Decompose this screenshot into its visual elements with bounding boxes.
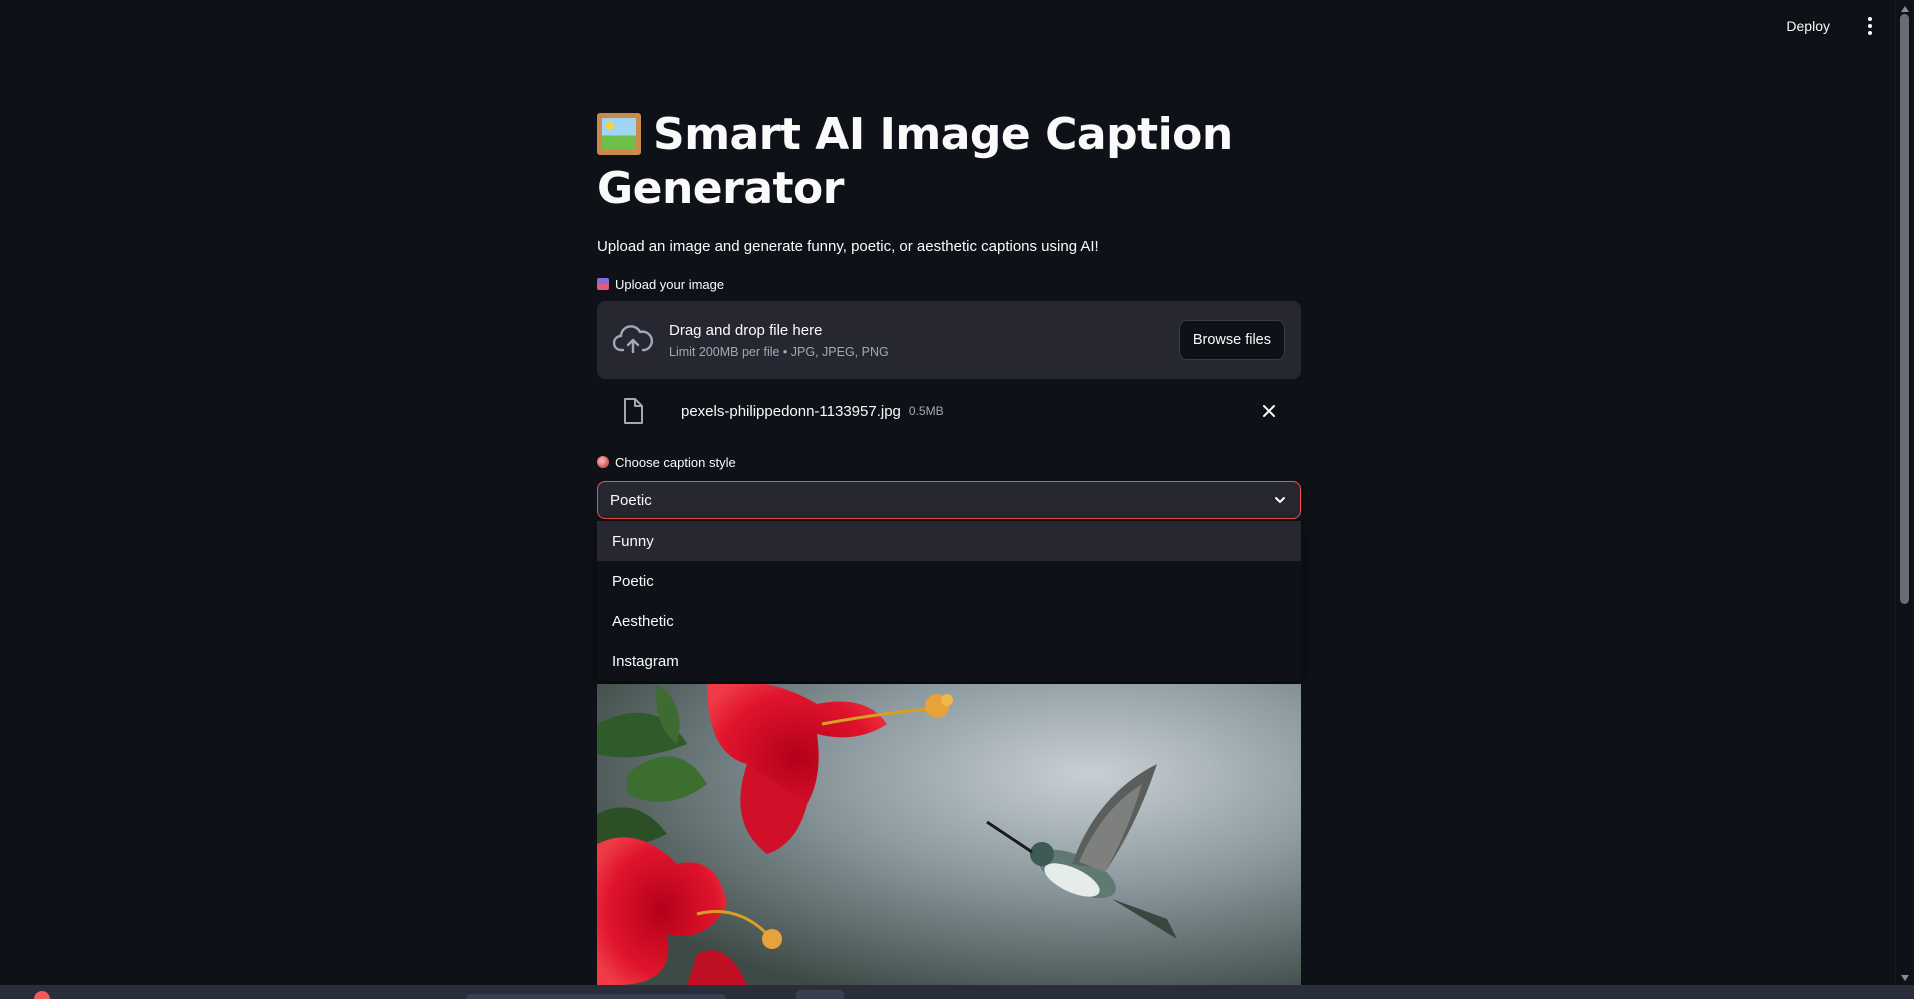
- browse-files-button[interactable]: Browse files: [1178, 320, 1285, 360]
- scroll-down-arrow-icon[interactable]: [1901, 975, 1909, 981]
- caption-option-funny[interactable]: Funny: [597, 521, 1301, 561]
- page-title: Smart AI Image Caption Generator: [597, 108, 1301, 216]
- dropzone-instructions: Drag and drop file here Limit 200MB per …: [669, 322, 1179, 359]
- uploaded-image-preview: [597, 684, 1301, 985]
- kebab-menu-icon[interactable]: [1860, 13, 1880, 39]
- file-icon: [624, 398, 643, 424]
- cloud-upload-icon: [613, 325, 653, 354]
- chevron-down-icon[interactable]: [1272, 492, 1288, 508]
- caption-style-select[interactable]: Poetic: [597, 481, 1301, 519]
- start-icon[interactable]: [34, 991, 50, 999]
- dropzone-title: Drag and drop file here: [669, 321, 823, 339]
- top-header: Deploy: [0, 0, 1896, 52]
- taskbar-app-icon[interactable]: [796, 990, 844, 999]
- artist-palette-icon: [597, 456, 609, 468]
- dropzone-limit: Limit 200MB per file • JPG, JPEG, PNG: [669, 344, 889, 359]
- hummingbird-hibiscus-photo: [597, 684, 1301, 985]
- caption-style-label: Choose caption style: [597, 453, 1301, 471]
- upload-label-text: Upload your image: [615, 276, 725, 292]
- inbox-tray-icon: [597, 278, 609, 290]
- caption-style-dropdown: Funny Poetic Aesthetic Instagram: [597, 521, 1301, 681]
- taskbar-search[interactable]: [466, 994, 726, 999]
- close-icon[interactable]: [1259, 401, 1279, 421]
- caption-style-label-text: Choose caption style: [615, 454, 736, 470]
- scrollbar-thumb[interactable]: [1900, 14, 1909, 604]
- page-scrollbar[interactable]: [1895, 0, 1914, 985]
- main-content: Smart AI Image Caption Generator Upload …: [597, 108, 1301, 681]
- file-dropzone[interactable]: Drag and drop file here Limit 200MB per …: [597, 301, 1301, 379]
- page-subtitle: Upload an image and generate funny, poet…: [597, 238, 1099, 255]
- uploaded-file-name: pexels-philippedonn-1133957.jpg: [681, 402, 901, 420]
- framed-picture-icon: [597, 113, 641, 155]
- caption-option-instagram[interactable]: Instagram: [597, 641, 1301, 681]
- caption-style-selected-value: Poetic: [610, 491, 652, 509]
- page-title-text: Smart AI Image Caption Generator: [597, 109, 1233, 214]
- app-root: Deploy Smart AI Image Caption Generator …: [0, 0, 1914, 999]
- caption-option-poetic[interactable]: Poetic: [597, 561, 1301, 601]
- deploy-button[interactable]: Deploy: [1780, 12, 1836, 40]
- uploaded-file-row: pexels-philippedonn-1133957.jpg 0.5MB: [597, 383, 1301, 439]
- uploaded-file-size: 0.5MB: [908, 404, 944, 418]
- upload-label: Upload your image: [597, 275, 1301, 293]
- scroll-up-arrow-icon[interactable]: [1901, 6, 1909, 12]
- os-taskbar: [0, 985, 1914, 999]
- caption-option-aesthetic[interactable]: Aesthetic: [597, 601, 1301, 641]
